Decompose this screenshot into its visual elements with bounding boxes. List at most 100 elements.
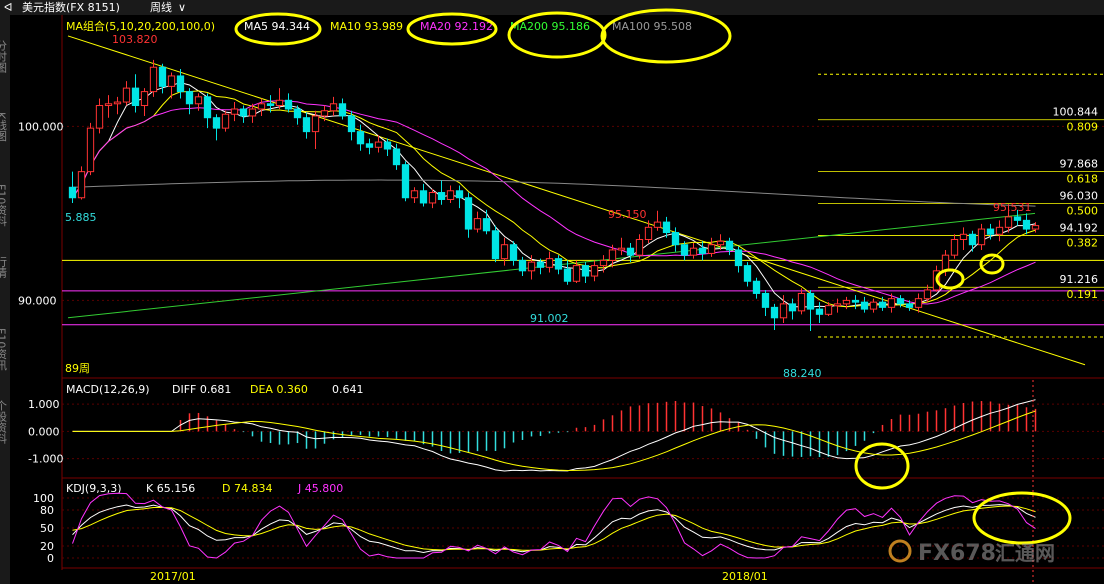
candle-body bbox=[1031, 225, 1040, 230]
candle bbox=[122, 81, 131, 106]
chart-canvas: ᐊ 美元指数(FX 8151) 周线 ∨ 分时图 K线图 F10资料行情 F10资讯个… bbox=[0, 0, 1104, 584]
fib-price-label: 100.844 bbox=[1053, 106, 1099, 119]
candle bbox=[509, 241, 518, 266]
left-tab-5[interactable]: 个股资料 bbox=[0, 400, 8, 445]
candle-body bbox=[167, 75, 176, 87]
candle-body bbox=[140, 91, 149, 107]
candle-body bbox=[626, 247, 635, 256]
ma-legend-item: MA5 94.344 bbox=[244, 20, 310, 33]
ma-legend-item: MA100 95.508 bbox=[612, 20, 692, 33]
candle-body bbox=[131, 87, 140, 107]
candle bbox=[140, 88, 149, 116]
candle bbox=[86, 122, 95, 176]
candle-body bbox=[959, 233, 968, 240]
watermark-cn: 汇通网 bbox=[995, 541, 1055, 565]
macd-value: 0.641 bbox=[332, 383, 364, 396]
candle bbox=[113, 96, 122, 115]
highlight-circle bbox=[600, 8, 732, 64]
candle-body bbox=[464, 197, 473, 230]
candle-body bbox=[392, 148, 401, 166]
kdj-k: K 65.156 bbox=[146, 482, 195, 495]
candle-body bbox=[383, 141, 392, 150]
candle bbox=[797, 288, 806, 315]
candle-body bbox=[590, 265, 599, 277]
candle-body bbox=[635, 239, 644, 256]
candle bbox=[131, 74, 140, 113]
chevron-down-icon[interactable]: ∨ bbox=[178, 1, 186, 14]
horizontal-levels: 100.844 0.809 97.868 0.618 96.030 0.500 94.192… bbox=[62, 73, 1104, 338]
candle bbox=[77, 166, 86, 200]
candle-body bbox=[923, 289, 932, 300]
kdj-d: D 74.834 bbox=[222, 482, 272, 495]
fib-ratio-label: 0.618 bbox=[1067, 172, 1099, 185]
candle bbox=[500, 237, 509, 266]
candle-body bbox=[788, 303, 797, 312]
candle bbox=[851, 295, 860, 310]
candle-body bbox=[518, 259, 527, 272]
candle-body bbox=[716, 240, 725, 246]
candle-body bbox=[428, 192, 437, 204]
candle-body bbox=[176, 75, 185, 93]
trend-lines bbox=[67, 35, 1086, 366]
candle bbox=[356, 124, 365, 151]
candle-body bbox=[671, 232, 680, 246]
candle-body bbox=[653, 221, 662, 228]
candle-body bbox=[662, 221, 671, 234]
candle-body bbox=[239, 108, 248, 117]
left-tab-4[interactable]: F10资讯 bbox=[0, 328, 8, 371]
candle-body bbox=[743, 265, 752, 282]
ma-legend-title: MA组合(5,10,20,200,100,0) bbox=[66, 19, 215, 33]
candle bbox=[752, 277, 761, 299]
left-tab-2[interactable]: F10资料 bbox=[0, 184, 8, 227]
candle-body bbox=[185, 91, 194, 105]
left-tab-3[interactable]: 行情 bbox=[0, 256, 8, 279]
candle-body bbox=[500, 244, 509, 260]
ma-legend-item: MA200 95.186 bbox=[510, 20, 590, 33]
candle bbox=[275, 88, 284, 109]
candle-body bbox=[536, 261, 545, 268]
back-icon[interactable]: ᐊ bbox=[4, 1, 12, 14]
candle bbox=[455, 185, 464, 209]
candle-body bbox=[401, 164, 410, 199]
candle bbox=[689, 242, 698, 259]
candle-body bbox=[446, 190, 455, 200]
candle-body bbox=[311, 115, 320, 133]
left-tab-0[interactable]: 分时图 bbox=[0, 40, 8, 74]
candle-body bbox=[734, 249, 743, 267]
candle bbox=[473, 211, 482, 233]
candle-body bbox=[554, 258, 563, 270]
candle-body bbox=[968, 233, 977, 246]
candle bbox=[302, 112, 311, 139]
candle-body bbox=[644, 226, 653, 241]
candle bbox=[725, 237, 734, 256]
left-tab-strip bbox=[0, 15, 10, 584]
candle bbox=[185, 88, 194, 115]
candle-body bbox=[491, 230, 500, 260]
x-tick: 2018/01 bbox=[722, 570, 768, 583]
fib-ratio-label: 0.382 bbox=[1067, 236, 1099, 249]
candle bbox=[311, 110, 320, 150]
candle-body bbox=[914, 298, 923, 308]
period-selector[interactable]: 周线 bbox=[150, 0, 172, 14]
kdj-tick: 80 bbox=[40, 504, 54, 517]
candle-body bbox=[950, 239, 959, 256]
candle-body bbox=[338, 103, 347, 117]
fib-price-label: 97.868 bbox=[1060, 157, 1099, 170]
price-tick: 90.000 bbox=[18, 294, 57, 307]
macd-diff: DIFF 0.681 bbox=[172, 383, 231, 396]
left-tab-label: F10资讯 bbox=[0, 328, 8, 371]
candle-body bbox=[581, 265, 590, 277]
candle bbox=[221, 110, 230, 132]
watermark-logo-icon bbox=[888, 539, 912, 563]
candle-body bbox=[284, 99, 293, 110]
candle bbox=[968, 230, 977, 252]
candle bbox=[635, 234, 644, 259]
candle-body bbox=[365, 143, 374, 148]
candle-body bbox=[221, 113, 230, 129]
candle-body bbox=[752, 280, 761, 294]
candle-body bbox=[986, 228, 995, 235]
high-label: 103.820 bbox=[112, 33, 158, 46]
candle bbox=[203, 93, 212, 129]
candle-body bbox=[248, 108, 257, 117]
left-tab-1[interactable]: K线图 bbox=[0, 112, 8, 142]
